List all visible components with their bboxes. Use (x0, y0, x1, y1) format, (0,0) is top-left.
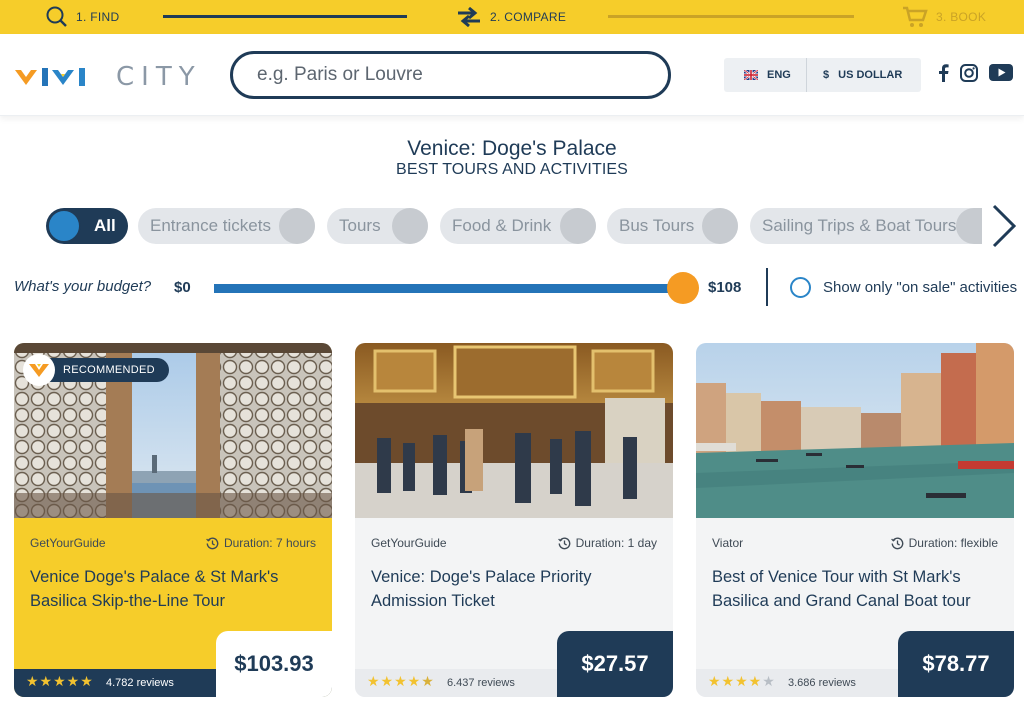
budget-label: What's your budget? (14, 278, 152, 295)
youtube-link[interactable] (989, 64, 1013, 81)
locale-selector: ENG $ US DOLLAR (724, 58, 921, 92)
category-chip-tours[interactable]: Tours (327, 208, 428, 244)
step-compare[interactable]: 2. COMPARE (456, 0, 566, 34)
card-image-grand-canal (696, 343, 1014, 518)
card-image-palace-hall (355, 343, 673, 518)
on-sale-label: Show only "on sale" activities (823, 279, 1018, 296)
card-duration-label: Duration: 1 day (575, 536, 657, 550)
category-chip-label: Tours (339, 216, 381, 235)
budget-slider-handle[interactable] (667, 272, 699, 304)
card-duration-label: Duration: 7 hours (223, 536, 316, 550)
youtube-icon (989, 64, 1013, 81)
card-reviews: 3.686 reviews (788, 677, 856, 689)
budget-slider-track[interactable] (214, 284, 684, 293)
step-connector (163, 15, 407, 18)
badge-label: RECOMMENDED (45, 358, 169, 382)
category-chip-all[interactable]: All (46, 208, 128, 244)
card-reviews: 6.437 reviews (447, 677, 515, 689)
card-duration: Duration: 1 day (557, 536, 657, 550)
on-sale-radio[interactable] (790, 277, 811, 298)
currency-selector[interactable]: $ US DOLLAR (807, 69, 902, 81)
toggle-knob (560, 208, 596, 244)
card-provider: Viator (712, 536, 744, 550)
card-duration-label: Duration: flexible (908, 536, 998, 550)
language-selector[interactable]: ENG (724, 58, 807, 92)
category-chip-label: All (94, 216, 116, 235)
toggle-knob (956, 208, 982, 244)
instagram-icon (960, 64, 978, 82)
progress-steps-bar: 1. FIND 2. COMPARE 3. BOOK (0, 0, 1024, 34)
card-title[interactable]: Best of Venice Tour with St Mark's Basil… (712, 565, 982, 613)
badge-logo-icon (23, 354, 55, 386)
category-chip-label: Bus Tours (619, 216, 695, 235)
step-compare-label: 2. COMPARE (490, 10, 567, 24)
page-title: Venice: Doge's Palace (407, 137, 617, 160)
activity-card[interactable]: RECOMMENDED GetYourGuide Duration: 7 hou… (14, 343, 332, 697)
card-duration: Duration: flexible (890, 536, 998, 550)
step-find-label: 1. FIND (76, 10, 120, 24)
card-price: $78.77 (898, 631, 1014, 697)
category-chip-label: Entrance tickets (150, 216, 271, 235)
card-price: $27.57 (557, 631, 673, 697)
language-label: ENG (767, 69, 791, 81)
currency-label: US DOLLAR (838, 69, 903, 81)
card-title[interactable]: Venice Doge's Palace & St Mark's Basilic… (30, 565, 300, 613)
activity-card[interactable]: GetYourGuide Duration: 1 day Venice: Dog… (355, 343, 673, 697)
star-rating: ★★★★★ (367, 673, 435, 689)
uk-flag-icon (744, 70, 758, 80)
activity-card[interactable]: Viator Duration: flexible Best of Venice… (696, 343, 1014, 697)
chevron-right-icon[interactable] (990, 203, 1018, 249)
toggle-knob (47, 209, 81, 243)
category-chip-food-drink[interactable]: Food & Drink (440, 208, 596, 244)
card-provider: GetYourGuide (30, 536, 106, 550)
toggle-knob (392, 208, 428, 244)
category-chip-bus-tours[interactable]: Bus Tours (607, 208, 738, 244)
step-connector (608, 15, 854, 18)
search-input[interactable] (230, 51, 671, 99)
logo[interactable]: CITY (14, 62, 202, 92)
toggle-knob (279, 208, 315, 244)
page-subtitle: BEST TOURS AND ACTIVITIES (396, 161, 628, 178)
card-reviews: 4.782 reviews (106, 677, 174, 689)
star-rating: ★★★★★ (708, 673, 776, 689)
category-chip-entrance-tickets[interactable]: Entrance tickets (138, 208, 315, 244)
instagram-link[interactable] (960, 64, 978, 82)
facebook-link[interactable] (937, 64, 949, 82)
card-price: $103.93 (216, 631, 332, 697)
clock-history-icon (206, 537, 219, 549)
budget-min-value: $0 (174, 279, 191, 296)
clock-history-icon (890, 537, 903, 549)
category-chip-label: Sailing Trips & Boat Tours (762, 216, 957, 235)
card-duration: Duration: 7 hours (206, 536, 316, 550)
facebook-icon (939, 64, 949, 82)
step-find[interactable]: 1. FIND (46, 0, 119, 34)
currency-symbol: $ (823, 69, 830, 81)
category-chip-sailing-boat-tours[interactable]: Sailing Trips & Boat Tours (750, 208, 982, 244)
toggle-knob (702, 208, 738, 244)
card-provider: GetYourGuide (371, 536, 447, 550)
site-header: CITY ENG $ US DOLLAR (0, 34, 1024, 116)
divider (766, 268, 768, 306)
logo-mark-icon (15, 68, 85, 86)
step-book-label: 3. BOOK (936, 10, 987, 24)
clock-history-icon (557, 537, 570, 549)
recommended-badge: RECOMMENDED (23, 354, 169, 386)
cart-icon (903, 6, 928, 27)
step-book[interactable]: 3. BOOK (902, 0, 986, 34)
compare-arrows-icon (458, 7, 480, 27)
category-chip-label: Food & Drink (452, 216, 552, 235)
card-title[interactable]: Venice: Doge's Palace Priority Admission… (371, 565, 641, 613)
logo-text: CITY (116, 62, 202, 92)
star-rating: ★★★★★ (26, 673, 94, 689)
budget-max-value: $108 (708, 279, 742, 296)
search-icon (46, 6, 67, 27)
